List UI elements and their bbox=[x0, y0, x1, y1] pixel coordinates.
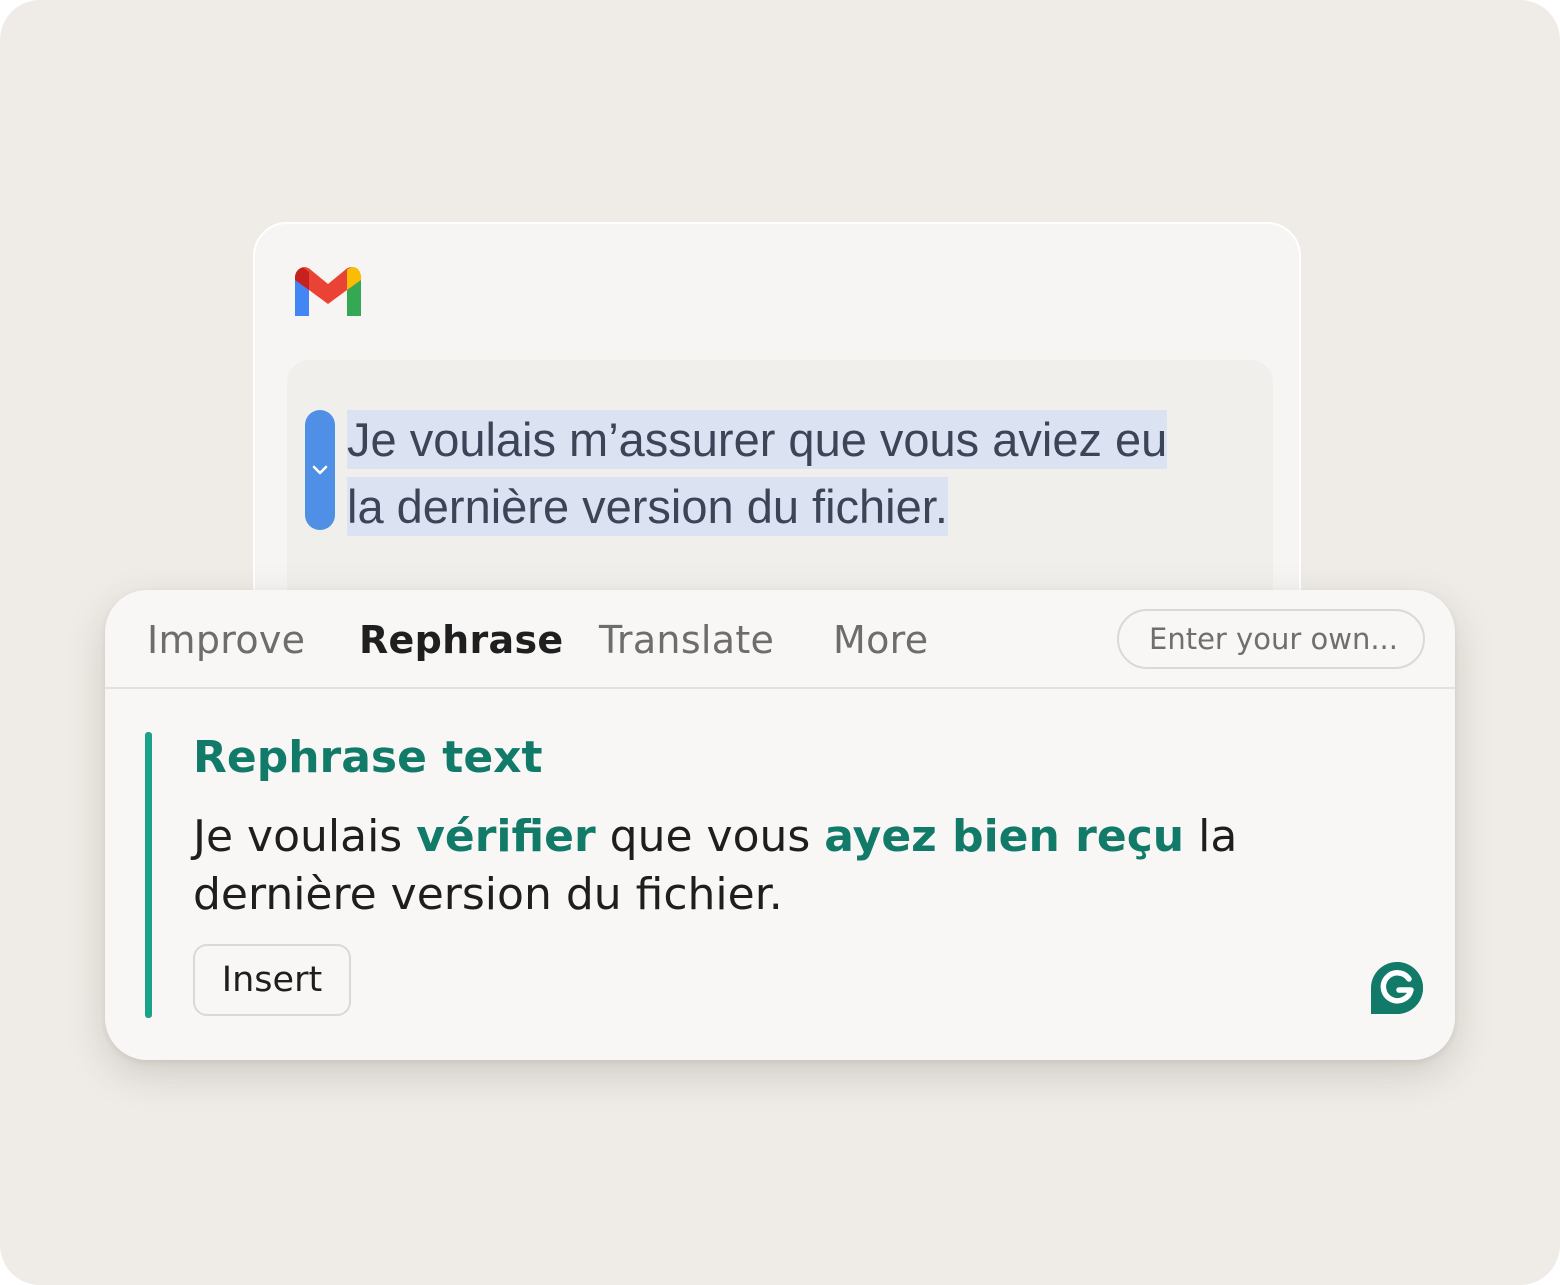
canvas: Je voulais m’assurer que vous aviez eu l… bbox=[0, 0, 1560, 1285]
tab-bar: Improve Rephrase Translate More bbox=[105, 590, 1455, 689]
gmail-logo-icon bbox=[295, 267, 361, 316]
email-compose-card: Je voulais m’assurer que vous aviez eu l… bbox=[253, 222, 1301, 652]
tab-more[interactable]: More bbox=[833, 618, 928, 662]
suggestion-changed-segment: ayez bien reçu bbox=[824, 811, 1185, 862]
tab-improve[interactable]: Improve bbox=[147, 618, 305, 662]
suggestion-accent-bar bbox=[145, 732, 152, 1018]
suggestion-text: Je voulais vérifier que vous ayez bien r… bbox=[193, 808, 1423, 924]
selection-handle[interactable] bbox=[305, 410, 335, 530]
suggestion-title: Rephrase text bbox=[193, 732, 543, 783]
insert-button[interactable]: Insert bbox=[193, 944, 351, 1016]
tab-rephrase[interactable]: Rephrase bbox=[359, 618, 563, 662]
selected-text[interactable]: Je voulais m’assurer que vous aviez eu l… bbox=[347, 406, 1227, 540]
tab-translate[interactable]: Translate bbox=[599, 618, 774, 662]
selected-text-line: Je voulais m’assurer que vous aviez eu bbox=[347, 410, 1168, 469]
suggestion-changed-segment: vérifier bbox=[416, 811, 596, 862]
ai-assistant-popup: Improve Rephrase Translate More Rephrase… bbox=[105, 590, 1455, 1060]
selected-text-line: la dernière version du fichier. bbox=[347, 477, 948, 536]
suggestion-card: Rephrase text Je voulais vérifier que vo… bbox=[145, 732, 1405, 1018]
custom-prompt-input[interactable] bbox=[1117, 609, 1425, 669]
suggestion-segment: que vous bbox=[595, 811, 825, 862]
grammarly-logo-icon[interactable] bbox=[1369, 960, 1425, 1016]
chevron-down-icon bbox=[312, 465, 328, 475]
suggestion-segment: Je voulais bbox=[193, 811, 417, 862]
